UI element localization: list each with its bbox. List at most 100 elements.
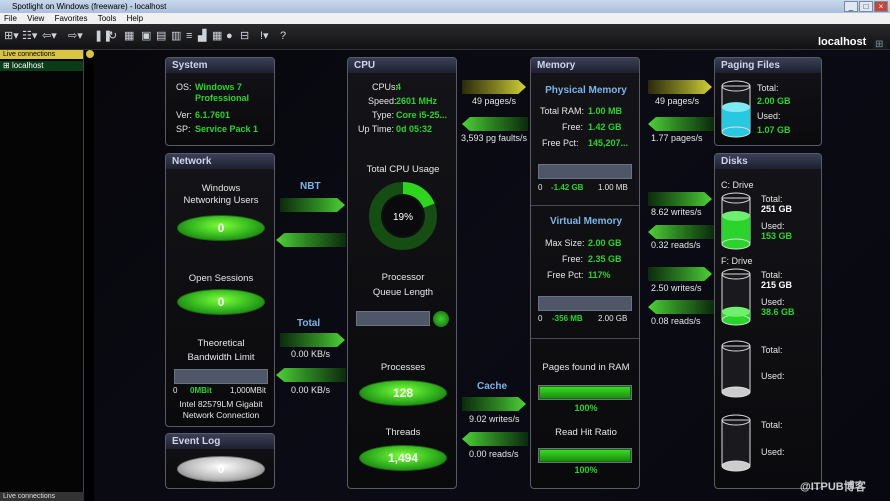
total-ram-label: Total RAM:: [540, 106, 585, 116]
max-size-label: Max Size:: [545, 238, 585, 248]
read-hit-bar: [538, 448, 632, 463]
speed-label: Speed:: [368, 96, 397, 106]
toolbar: ⊞▾ ☷▾ ⇦▾ ⇨▾ ❚❚ ↻ ▦ ▣ ▤ ▥ ≡ ▟ ▦ ● ⊟ !▾ ?: [0, 24, 890, 50]
c-drive-label: C: Drive: [721, 180, 754, 190]
nbt-in-arrow: [276, 233, 346, 247]
paging-cylinder-top: [722, 102, 750, 113]
processes-pill[interactable]: 128: [359, 380, 447, 406]
window-titlebar: Spotlight on Windows (freeware) - localh…: [0, 0, 890, 13]
columns-icon[interactable]: ▥: [171, 30, 181, 42]
connect-icon[interactable]: ⊞▾: [4, 30, 19, 42]
type-value: Core i5-25...: [396, 110, 448, 120]
collapse-panel-button[interactable]: [86, 50, 94, 58]
phys-free-value: 1.42 GB: [588, 122, 622, 132]
adapter-name-1: Intel 82579LM Gigabit: [179, 399, 263, 409]
grid-icon[interactable]: ▦: [124, 30, 134, 42]
network-title: Network: [166, 154, 274, 169]
nbt-label: NBT: [300, 181, 321, 192]
system-title: System: [166, 58, 274, 73]
threads-pill[interactable]: 1,494: [359, 445, 447, 471]
drive-3-used-label: Used:: [761, 371, 785, 381]
sp-value: Service Pack 1: [195, 124, 259, 134]
paging-files-panel[interactable]: Paging Files Total: 2.00 GB Used: 1.07 G…: [714, 57, 822, 146]
back-icon[interactable]: ⇦▾: [42, 30, 57, 42]
memory-panel[interactable]: Memory Physical Memory Total RAM: 1.00 M…: [530, 57, 640, 489]
paging-files-title: Paging Files: [715, 58, 821, 73]
stack-icon[interactable]: ≡: [186, 30, 192, 42]
phys-free-label: Free:: [562, 122, 584, 132]
event-log-pill[interactable]: 0: [177, 456, 265, 482]
cpu-panel[interactable]: CPU CPUs: 4 Speed: 2601 MHz Type: Core i…: [347, 57, 457, 489]
sessions-value-pill[interactable]: 0: [177, 289, 265, 315]
connections-footer[interactable]: Live connections: [0, 492, 84, 501]
virt-free-label: Free:: [562, 254, 584, 264]
menu-bar: File View Favorites Tools Help: [0, 13, 890, 24]
menu-favorites[interactable]: Favorites: [55, 13, 88, 24]
disks-title: Disks: [715, 154, 821, 169]
connections-panel: Live connections ⊞ localhost Live connec…: [0, 50, 84, 501]
disks-panel[interactable]: Disks C: Drive Total: 251 GB Used: 153 G…: [714, 153, 822, 489]
window-icon[interactable]: ▣: [141, 30, 151, 42]
faults-rate: 3,593 pg faults/s: [461, 133, 528, 143]
forward-icon[interactable]: ⇨▾: [68, 30, 83, 42]
menu-help[interactable]: Help: [127, 13, 143, 24]
network-panel[interactable]: Network Windows Networking Users 0 Open …: [165, 153, 275, 427]
cache-read-arrow: [462, 432, 528, 446]
f-drive-cylinder: [721, 268, 751, 326]
os-label: OS:: [176, 82, 192, 92]
pages-found-bar: [538, 385, 632, 400]
table-icon[interactable]: ▦: [212, 30, 222, 42]
sessions-label: Open Sessions: [188, 273, 254, 284]
drive-4-used-label: Used:: [761, 447, 785, 457]
paging-total-value: 2.00 GB: [757, 96, 791, 106]
c-total-value: 251 GB: [761, 204, 793, 214]
help-icon[interactable]: ?: [280, 30, 286, 42]
system-panel[interactable]: System OS: Windows 7 Professional Ver: 6…: [165, 57, 275, 146]
database-icon[interactable]: ⊟: [240, 30, 249, 42]
virtual-memory-title: Virtual Memory: [549, 216, 623, 227]
os-value-2: Professional: [195, 93, 250, 103]
ver-value: 6.1.7601: [195, 110, 231, 120]
virt-bar-current: -356 MB: [552, 314, 583, 323]
cpus-label: CPUs:: [372, 82, 399, 92]
event-log-panel[interactable]: Event Log 0: [165, 433, 275, 489]
bandwidth-bar: [174, 369, 268, 384]
phys-freepct-value: 145,207...: [588, 138, 629, 148]
menu-view[interactable]: View: [27, 13, 44, 24]
globe-icon[interactable]: ●: [226, 30, 233, 42]
ver-label: Ver:: [176, 110, 193, 120]
cpus-value: 4: [396, 82, 402, 92]
virt-freepct-value: 117%: [588, 270, 611, 280]
memory-divider-1: [531, 205, 639, 206]
maximize-button[interactable]: □: [859, 1, 873, 12]
menu-tools[interactable]: Tools: [98, 13, 117, 24]
phys-bar-max: 1.00 MB: [598, 183, 628, 192]
bandwidth-min: 0: [173, 386, 178, 395]
f-drive-label: F: Drive: [721, 256, 753, 266]
connection-item-localhost[interactable]: ⊞ localhost: [0, 61, 83, 71]
sp-label: SP:: [176, 124, 191, 134]
menu-file[interactable]: File: [4, 13, 17, 24]
network-icon[interactable]: ☷▾: [22, 30, 37, 42]
drive-3-total-label: Total:: [761, 345, 783, 355]
alert-icon[interactable]: !▾: [260, 30, 269, 42]
c-drive-cylinder: [721, 192, 751, 250]
cache-label: Cache: [477, 381, 508, 392]
drive-3-cylinder: [721, 340, 751, 398]
type-label: Type:: [372, 110, 395, 120]
minimize-button[interactable]: _: [844, 1, 858, 12]
close-button[interactable]: ×: [874, 1, 888, 12]
max-size-value: 2.00 GB: [588, 238, 622, 248]
users-label-2: Networking Users: [183, 195, 259, 206]
cache-reads: 0.00 reads/s: [469, 449, 519, 459]
list-icon[interactable]: ▤: [156, 30, 166, 42]
users-value-pill[interactable]: 0: [177, 215, 265, 241]
window-title: Spotlight on Windows (freeware) - localh…: [12, 2, 167, 11]
memory-divider-2: [531, 338, 639, 339]
pages-found-fill: [539, 386, 631, 399]
chart-icon[interactable]: ▟: [198, 30, 206, 42]
svg-text:⊞: ⊞: [875, 39, 883, 49]
f-drive-top: [722, 306, 750, 317]
refresh-icon[interactable]: ↻: [108, 30, 117, 42]
connections-header: Live connections: [0, 50, 83, 59]
